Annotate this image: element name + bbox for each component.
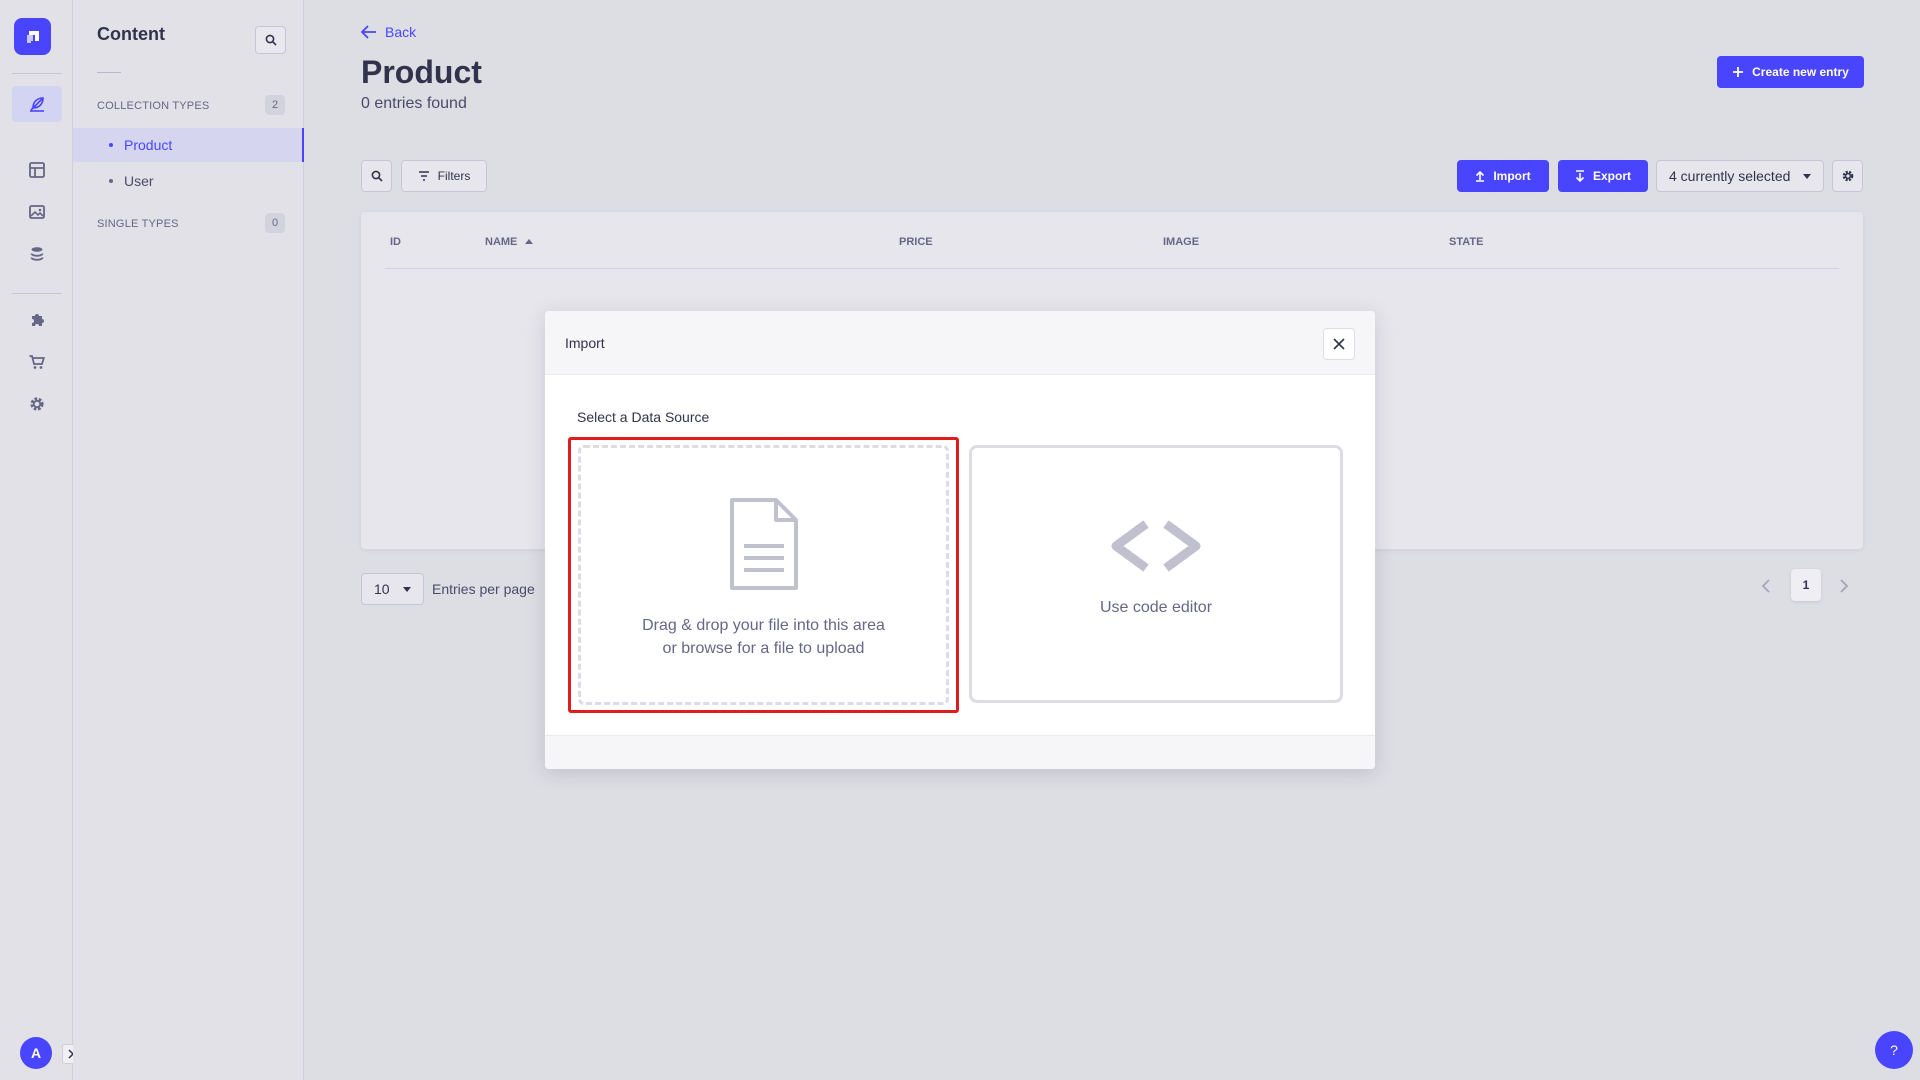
single-types-count: 0: [265, 213, 285, 233]
download-icon: [1575, 170, 1585, 182]
code-editor-label: Use code editor: [1099, 599, 1213, 616]
import-button[interactable]: Import: [1457, 160, 1549, 192]
table-search-button[interactable]: [361, 160, 392, 192]
nav-separator: [12, 73, 62, 74]
cart-icon: [29, 355, 46, 369]
per-page-value: 10: [374, 581, 390, 597]
caret-down-icon: [403, 587, 411, 592]
entries-per-page-select[interactable]: 10: [361, 573, 424, 605]
sidebar-title: Content: [97, 24, 165, 44]
section-single-types[interactable]: SINGLE TYPES: [97, 218, 179, 230]
search-icon: [265, 34, 277, 46]
code-editor-option[interactable]: Use code editor: [969, 445, 1343, 703]
modal-footer: [545, 735, 1375, 769]
bullet-icon: [109, 179, 113, 183]
nav-plugins[interactable]: [12, 302, 62, 338]
section-collection-types[interactable]: COLLECTION TYPES: [97, 100, 209, 112]
dropzone-text: Drag & drop your file into this area or …: [642, 614, 885, 660]
nav-marketplace[interactable]: [12, 344, 62, 380]
create-new-entry-label: Create new entry: [1752, 65, 1849, 79]
modal-header: Import: [545, 311, 1375, 375]
gear-icon: [30, 397, 44, 411]
create-new-entry-button[interactable]: Create new entry: [1717, 56, 1864, 88]
puzzle-icon: [32, 314, 44, 326]
column-header-name[interactable]: NAME: [485, 236, 534, 248]
filter-icon: [418, 171, 429, 181]
import-label: Import: [1493, 169, 1531, 183]
file-dropzone[interactable]: Drag & drop your file into this area or …: [578, 445, 949, 705]
previous-page-button[interactable]: [1754, 574, 1778, 598]
layout-icon: [29, 162, 45, 178]
chevron-left-icon: [1761, 579, 1770, 593]
gear-icon: [1842, 170, 1853, 182]
nav-media-library[interactable]: [12, 194, 62, 230]
page-button-current[interactable]: 1: [1791, 569, 1821, 601]
column-header-id[interactable]: ID: [390, 236, 401, 248]
collection-types-count: 2: [265, 95, 285, 115]
main-nav-rail: A: [0, 0, 79, 1080]
export-button[interactable]: Export: [1558, 160, 1648, 192]
arrow-left-icon: [361, 25, 376, 39]
data-source-label: Select a Data Source: [577, 409, 710, 425]
file-icon: [729, 498, 798, 590]
bullet-icon: [109, 143, 113, 147]
sidebar-item-product[interactable]: Product: [73, 128, 304, 162]
import-modal: Import Select a Data Source Drag & drop …: [545, 311, 1375, 769]
close-icon: [1333, 338, 1345, 350]
plus-icon: [1733, 67, 1744, 77]
sidebar-item-user[interactable]: User: [73, 164, 304, 198]
close-modal-button[interactable]: [1323, 328, 1355, 360]
sidebar-divider: [97, 72, 121, 73]
columns-select-value: 4 currently selected: [1669, 168, 1791, 184]
sort-ascending-icon: [525, 239, 534, 244]
upload-icon: [1476, 170, 1485, 182]
search-icon: [371, 170, 383, 182]
chevron-right-icon: [1840, 579, 1849, 593]
table-header-divider: [385, 268, 1839, 269]
sidebar-search-button[interactable]: [255, 26, 286, 54]
dropzone-line-1: Drag & drop your file into this area: [642, 617, 885, 634]
export-label: Export: [1592, 169, 1631, 183]
nav-separator: [12, 293, 62, 294]
app-logo[interactable]: [14, 18, 51, 55]
next-page-button[interactable]: [1832, 574, 1856, 598]
sidebar-item-label: Product: [124, 137, 173, 153]
filters-label: Filters: [437, 169, 471, 183]
content-sidebar: Content COLLECTION TYPES 2 Product User …: [73, 0, 304, 1080]
page-title: Product: [361, 54, 482, 90]
dropzone-line-2: or browse for a file to upload: [662, 640, 865, 657]
column-header-price[interactable]: PRICE: [899, 236, 933, 248]
nav-settings[interactable]: [12, 386, 62, 422]
help-button[interactable]: ?: [1875, 1031, 1913, 1069]
sidebar-item-label: User: [124, 173, 154, 189]
user-avatar[interactable]: A: [20, 1037, 52, 1069]
nav-content-manager[interactable]: [12, 86, 62, 122]
caret-down-icon: [1803, 174, 1811, 179]
feather-icon: [30, 97, 44, 112]
table-settings-button[interactable]: [1832, 160, 1863, 192]
filters-button[interactable]: Filters: [401, 160, 487, 192]
columns-select[interactable]: 4 currently selected: [1656, 160, 1824, 192]
back-link[interactable]: Back: [361, 24, 416, 40]
modal-title: Import: [565, 335, 605, 351]
image-icon: [29, 205, 45, 219]
back-label: Back: [385, 24, 417, 40]
code-icon: [1111, 520, 1201, 572]
database-icon: [30, 247, 44, 261]
nav-content-type-builder[interactable]: [12, 152, 62, 188]
column-header-image[interactable]: IMAGE: [1163, 236, 1199, 248]
nav-database[interactable]: [12, 236, 62, 272]
entries-count: 0 entries found: [361, 95, 467, 112]
entries-per-page-label: Entries per page: [432, 581, 535, 597]
column-header-state[interactable]: STATE: [1449, 236, 1483, 248]
